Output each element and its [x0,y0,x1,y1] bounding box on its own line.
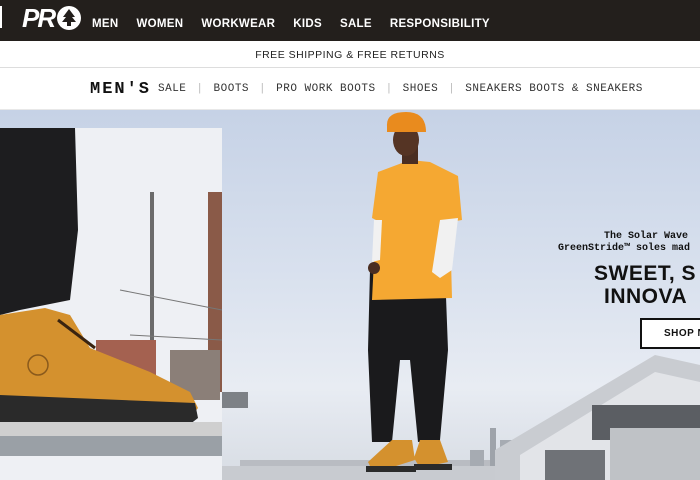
main-nav: MEN WOMEN WORKWEAR KIDS SALE RESPONSIBIL… [92,18,508,30]
nav-item-men[interactable]: MEN [92,18,118,30]
shop-now-button[interactable]: SHOP N [640,318,700,349]
category-title: MEN'S [90,80,152,99]
subnav-link-pro-work-boots[interactable]: PRO WORK BOOTS [276,83,375,95]
subnav-link-shoes[interactable]: SHOES [403,83,439,95]
divider: | [448,83,456,95]
nav-item-workwear[interactable]: WORKWEAR [201,18,275,30]
subnav-link-sale[interactable]: SALE [158,83,186,95]
hero-headline-line1: SWEET, S [594,262,697,285]
nav-item-sale[interactable]: SALE [340,18,372,30]
top-nav-bar: PR MEN WOMEN WORKWEAR KIDS SALE RESPONSI… [0,0,700,41]
tree-icon [57,6,81,30]
nav-item-responsibility[interactable]: RESPONSIBILITY [390,18,490,30]
nav-item-women[interactable]: WOMEN [136,18,183,30]
promo-text: FREE SHIPPING & FREE RETURNS [255,49,445,61]
hero-banner[interactable]: The Solar Wave GreenStride™ soles mad SW… [0,110,700,480]
subnav-links: SALE | BOOTS | PRO WORK BOOTS | SHOES | … [158,83,643,95]
hero-headline: SWEET, S INNOVA [594,262,696,308]
logo-text: PR [22,3,56,33]
logo-divider [0,6,2,28]
hero-headline-line2: INNOVA [604,285,688,308]
divider: | [385,83,393,95]
hero-subtext-line1: The Solar Wave [604,231,689,242]
divider: | [196,83,204,95]
subnav-link-boots[interactable]: BOOTS [214,83,250,95]
category-subnav: MEN'S SALE | BOOTS | PRO WORK BOOTS | SH… [0,68,700,110]
divider: | [259,83,267,95]
promo-banner[interactable]: FREE SHIPPING & FREE RETURNS [0,41,700,68]
nav-item-kids[interactable]: KIDS [293,18,322,30]
subnav-link-sneakers[interactable]: SNEAKERS BOOTS & SNEAKERS [465,83,643,95]
hero-subtext: The Solar Wave GreenStride™ soles mad [558,231,690,255]
hero-subtext-line2: GreenStride™ soles mad [558,243,691,254]
